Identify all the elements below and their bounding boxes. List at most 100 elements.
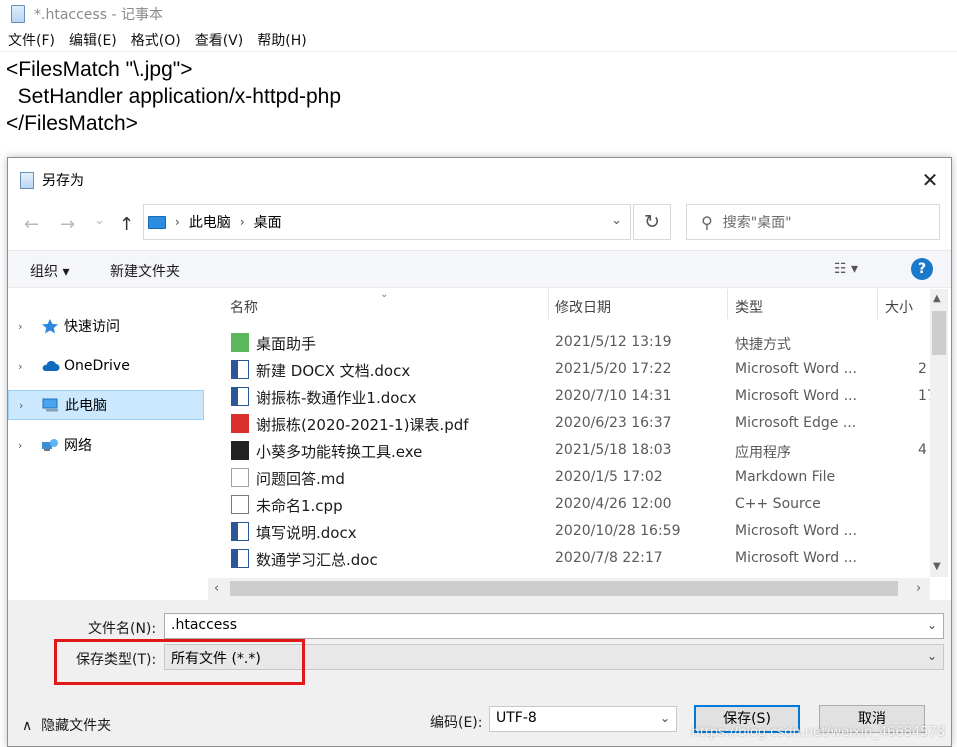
scroll-down-icon[interactable]: ▼ <box>933 561 941 572</box>
column-divider[interactable] <box>877 289 878 319</box>
pdf-icon <box>231 414 249 433</box>
chevron-right-icon[interactable]: › <box>240 215 245 229</box>
column-name[interactable]: 名称 <box>230 297 258 317</box>
file-name: 未命名1.cpp <box>256 497 343 515</box>
word-icon <box>231 387 249 406</box>
chevron-down-icon[interactable]: ⌄ <box>927 618 937 632</box>
column-size[interactable]: 大小 <box>885 297 913 317</box>
search-placeholder: 搜索"桌面" <box>722 215 792 231</box>
file-name: 谢振栋-数通作业1.docx <box>256 389 417 407</box>
nav-item-quick-access[interactable]: › 快速访问 <box>8 311 204 341</box>
file-type: Microsoft Word ... <box>735 361 857 377</box>
vertical-scrollbar[interactable]: ▲ ▼ <box>930 289 948 577</box>
breadcrumb-desktop[interactable]: 桌面 <box>254 212 282 232</box>
cpp-icon <box>231 495 249 514</box>
column-divider[interactable] <box>548 289 549 319</box>
menu-view[interactable]: 查看(V) <box>195 30 244 50</box>
file-row[interactable]: 谢振栋(2020-2021-1)课表.pdf 2020/6/23 16:37 Mic… <box>208 410 930 437</box>
star-icon <box>42 319 58 334</box>
chevron-down-icon[interactable]: ⌄ <box>660 711 670 725</box>
file-type: C++ Source <box>735 496 821 512</box>
notepad-titlebar: *.htaccess - 记事本 <box>0 0 957 28</box>
chevron-right-icon[interactable]: › <box>18 320 30 333</box>
file-row[interactable]: 小葵多功能转换工具.exe 2021/5/18 18:03 应用程序 4 <box>208 437 930 464</box>
address-bar[interactable]: › 此电脑 › 桌面 ⌄ <box>143 204 631 240</box>
column-type[interactable]: 类型 <box>735 297 763 317</box>
file-date: 2020/6/23 16:37 <box>555 415 672 431</box>
file-name: 数通学习汇总.doc <box>256 551 378 569</box>
nav-item-onedrive[interactable]: › OneDrive <box>8 351 204 381</box>
hide-folders-toggle[interactable]: ∧ 隐藏文件夹 <box>22 715 111 735</box>
scrollbar-thumb[interactable] <box>230 581 898 596</box>
file-row[interactable]: 桌面助手 2021/5/12 13:19 快捷方式 <box>208 329 930 356</box>
menu-edit[interactable]: 编辑(E) <box>69 30 117 50</box>
horizontal-scrollbar[interactable]: ‹ › <box>208 578 930 600</box>
encoding-value: UTF-8 <box>496 710 537 726</box>
file-date: 2021/5/20 17:22 <box>555 361 672 377</box>
file-name: 谢振栋(2020-2021-1)课表.pdf <box>256 416 469 434</box>
menu-help[interactable]: 帮助(H) <box>257 30 306 50</box>
filename-label: 文件名(N): <box>88 621 157 637</box>
filename-value: .htaccess <box>171 617 237 633</box>
file-type: Markdown File <box>735 469 836 485</box>
nav-label: 此电脑 <box>65 398 107 414</box>
chevron-right-icon[interactable]: › <box>18 360 30 373</box>
encoding-select[interactable]: UTF-8 ⌄ <box>489 706 677 732</box>
chevron-down-icon[interactable]: ⌄ <box>927 649 937 663</box>
file-size: 4 <box>918 442 927 458</box>
file-row[interactable]: 问题回答.md 2020/1/5 17:02 Markdown File <box>208 464 930 491</box>
file-date: 2021/5/12 13:19 <box>555 334 672 350</box>
file-size: 17 <box>918 388 930 404</box>
back-arrow-icon[interactable]: ← <box>24 214 39 235</box>
filename-input[interactable]: .htaccess ⌄ <box>164 613 944 639</box>
file-row[interactable]: 谢振栋-数通作业1.docx 2020/7/10 14:31 Microsoft W… <box>208 383 930 410</box>
file-type: Microsoft Word ... <box>735 523 857 539</box>
file-name: 问题回答.md <box>256 470 345 488</box>
column-date[interactable]: 修改日期 <box>555 297 611 317</box>
organize-button[interactable]: 组织 ▾ <box>30 261 69 281</box>
sort-indicator-icon: ⌄ <box>380 289 389 300</box>
file-row[interactable]: 新建 DOCX 文档.docx 2021/5/20 17:22 Microsoft … <box>208 356 930 383</box>
close-icon[interactable]: ✕ <box>915 166 945 194</box>
nav-label: 快速访问 <box>64 319 120 335</box>
hide-folders-label: 隐藏文件夹 <box>41 718 112 734</box>
file-row[interactable]: 填写说明.docx 2020/10/28 16:59 Microsoft Word … <box>208 518 930 545</box>
scroll-left-icon[interactable]: ‹ <box>214 581 219 596</box>
computer-icon <box>148 215 166 229</box>
file-date: 2020/4/26 12:00 <box>555 496 672 512</box>
chevron-down-icon[interactable]: ⌄ <box>611 213 622 228</box>
file-type: Microsoft Edge ... <box>735 415 857 431</box>
menu-file[interactable]: 文件(F) <box>8 30 55 50</box>
file-type: Microsoft Word ... <box>735 388 857 404</box>
file-row[interactable]: 数通学习汇总.doc 2020/7/8 22:17 Microsoft Word .… <box>208 545 930 572</box>
file-row[interactable]: 未命名1.cpp 2020/4/26 12:00 C++ Source <box>208 491 930 518</box>
recent-locations-icon[interactable]: ⌄ <box>94 213 105 228</box>
notepad-text-area[interactable]: <FilesMatch "\.jpg"> SetHandler applicat… <box>0 53 957 157</box>
forward-arrow-icon[interactable]: → <box>60 214 75 235</box>
new-folder-button[interactable]: 新建文件夹 <box>110 261 180 281</box>
scrollbar-thumb[interactable] <box>932 311 946 355</box>
scroll-right-icon[interactable]: › <box>916 581 921 596</box>
chevron-right-icon[interactable]: › <box>18 439 30 452</box>
nav-label: OneDrive <box>64 358 130 374</box>
file-size: 2 <box>918 361 927 377</box>
breadcrumb-this-pc[interactable]: 此电脑 <box>189 212 231 232</box>
menu-format[interactable]: 格式(O) <box>131 30 181 50</box>
up-arrow-icon[interactable]: ↑ <box>119 214 134 235</box>
chevron-right-icon[interactable]: › <box>19 399 31 412</box>
file-list: ⌄ 名称 修改日期 类型 大小 桌面助手 2021/5/12 13:19 快捷方式新… <box>208 289 930 577</box>
search-input[interactable]: ⚲ 搜索"桌面" <box>686 204 940 240</box>
scroll-up-icon[interactable]: ▲ <box>933 293 941 304</box>
file-date: 2020/1/5 17:02 <box>555 469 663 485</box>
file-date: 2020/7/10 14:31 <box>555 388 672 404</box>
save-as-dialog: 另存为 ✕ ← → ⌄ ↑ › 此电脑 › 桌面 ⌄ ↻ ⚲ 搜索"桌面" 组织… <box>7 157 952 747</box>
chevron-right-icon[interactable]: › <box>175 215 180 229</box>
file-name: 填写说明.docx <box>256 524 357 542</box>
refresh-icon[interactable]: ↻ <box>633 204 671 240</box>
nav-item-this-pc[interactable]: › 此电脑 <box>8 390 204 420</box>
view-options-icon[interactable]: ☷ ▾ <box>834 261 858 277</box>
column-divider[interactable] <box>727 289 728 319</box>
nav-item-network[interactable]: › 网络 <box>8 430 204 460</box>
file-list-header: ⌄ 名称 修改日期 类型 大小 <box>208 289 930 319</box>
help-icon[interactable]: ? <box>911 258 933 280</box>
